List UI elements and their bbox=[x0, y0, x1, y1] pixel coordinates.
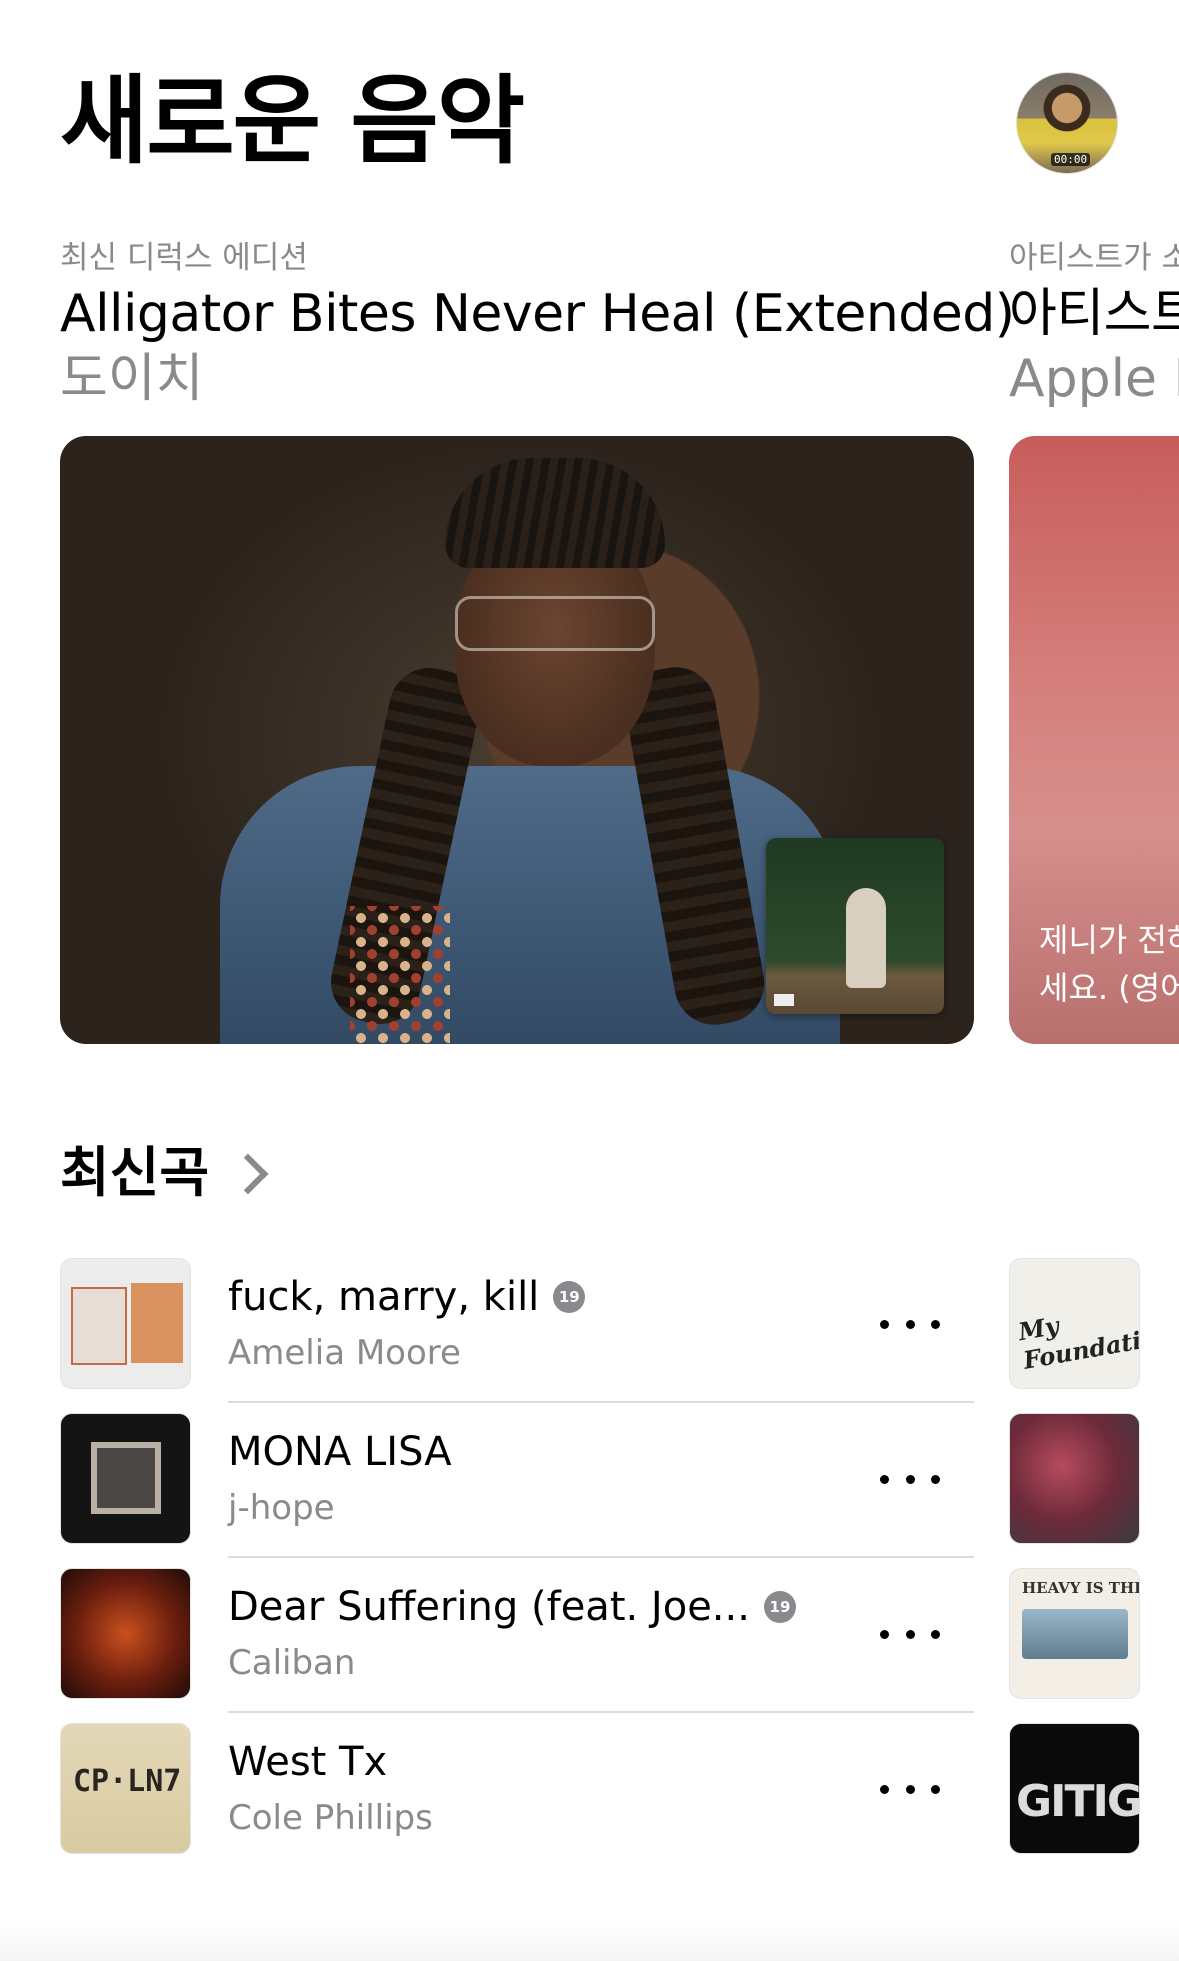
divider bbox=[228, 1401, 974, 1403]
featured-eyebrow: 최신 디럭스 에디션 bbox=[60, 240, 308, 276]
more-options-button[interactable] bbox=[880, 1306, 940, 1342]
song-row[interactable]: MONA LISA j-hope bbox=[60, 1413, 974, 1568]
featured-card-1[interactable] bbox=[60, 436, 974, 1044]
avatar-badge: 00:00 bbox=[1051, 153, 1091, 166]
album-art bbox=[60, 1413, 191, 1544]
featured-item-1-meta[interactable]: 최신 디럭스 에디션 Alligator Bites Never Heal (E… bbox=[60, 240, 1015, 412]
song-row[interactable]: fuck, marry, kill 19 Amelia Moore bbox=[60, 1258, 974, 1413]
song-title: fuck, marry, kill bbox=[228, 1274, 540, 1320]
more-options-button[interactable] bbox=[880, 1461, 940, 1497]
more-options-button[interactable] bbox=[880, 1616, 940, 1652]
featured-item-2-meta[interactable]: 아티스트가 소 아티스트 Apple M bbox=[1009, 240, 1179, 412]
album-art[interactable] bbox=[1009, 1413, 1140, 1544]
song-artist: Caliban bbox=[228, 1643, 356, 1683]
song-artist: Amelia Moore bbox=[228, 1333, 461, 1373]
featured-artist[interactable]: 도이치 bbox=[60, 346, 1015, 412]
explicit-badge: 19 bbox=[553, 1281, 586, 1313]
divider bbox=[228, 1711, 974, 1713]
album-art: CP·LN7 bbox=[60, 1723, 191, 1854]
album-art[interactable]: GITIG bbox=[1009, 1723, 1140, 1854]
song-title: Dear Suffering (feat. Joe... bbox=[228, 1584, 750, 1630]
parental-advisory-icon bbox=[774, 994, 794, 1006]
album-art bbox=[60, 1568, 191, 1699]
song-artist: j-hope bbox=[228, 1488, 335, 1528]
song-title: West Tx bbox=[228, 1739, 388, 1785]
latest-songs-header[interactable]: 최신곡 bbox=[60, 1140, 269, 1206]
new-music-page: 새로운 음악 00:00 최신 디럭스 에디션 Alligator Bites … bbox=[0, 0, 1179, 1961]
profile-avatar[interactable]: 00:00 bbox=[1016, 72, 1118, 174]
featured-title: Alligator Bites Never Heal (Extended) bbox=[60, 284, 1015, 344]
featured-card-caption: 제니가 전하 세요. (영어 bbox=[1039, 921, 1179, 1007]
album-art bbox=[60, 1258, 191, 1389]
more-options-button[interactable] bbox=[880, 1771, 940, 1807]
song-row[interactable]: CP·LN7 West Tx Cole Phillips bbox=[60, 1723, 974, 1878]
chevron-right-icon bbox=[227, 1153, 269, 1195]
page-title: 새로운 음악 bbox=[60, 65, 525, 177]
album-cover-thumbnail bbox=[766, 838, 944, 1014]
explicit-badge: 19 bbox=[763, 1591, 796, 1623]
featured-title: 아티스트 bbox=[1009, 284, 1179, 344]
album-art[interactable]: HEAVY IS THE HEAD bbox=[1009, 1568, 1140, 1699]
album-art[interactable]: My Foundation bbox=[1009, 1258, 1140, 1389]
divider bbox=[228, 1556, 974, 1558]
song-title: MONA LISA bbox=[228, 1429, 452, 1475]
bottom-fade bbox=[0, 1920, 1179, 1961]
album-art-text: CP·LN7 bbox=[73, 1764, 182, 1799]
featured-artist[interactable]: Apple M bbox=[1009, 346, 1179, 412]
featured-card-2[interactable]: 제니가 전하 세요. (영어 bbox=[1009, 436, 1179, 1044]
song-row[interactable]: Dear Suffering (feat. Joe... 19 Caliban bbox=[60, 1568, 974, 1723]
section-title: 최신곡 bbox=[60, 1141, 210, 1204]
song-list: fuck, marry, kill 19 Amelia Moore MONA L… bbox=[60, 1258, 974, 1878]
featured-eyebrow: 아티스트가 소 bbox=[1009, 240, 1179, 276]
song-artist: Cole Phillips bbox=[228, 1798, 433, 1838]
